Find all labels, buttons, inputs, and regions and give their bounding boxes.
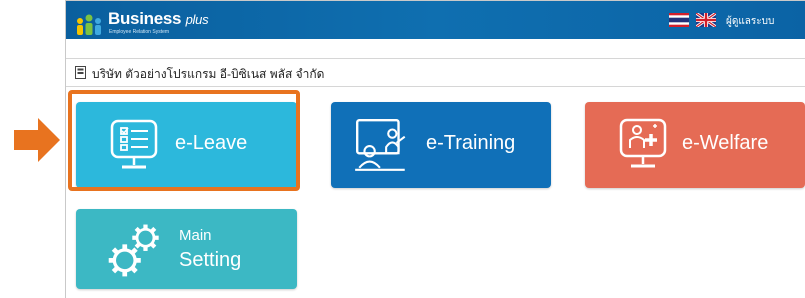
uk-flag-icon[interactable] [696, 13, 716, 27]
module-label-e-training: e-Training [426, 132, 516, 154]
module-tile-e-leave[interactable]: e-Leave [76, 102, 297, 188]
gears-icon [108, 224, 159, 277]
module-tile-e-welfare[interactable]: e-Welfare [585, 102, 805, 188]
pointer-arrow-annotation [14, 118, 60, 162]
module-label-setting: Setting [179, 249, 242, 271]
app-window: Business plus Employee Relation System ผ… [65, 0, 805, 298]
module-tile-main-setting[interactable]: Main Setting [76, 209, 297, 289]
header-bar: Business plus Employee Relation System ผ… [66, 1, 805, 39]
training-presentation-icon [355, 119, 406, 171]
building-icon [75, 66, 86, 79]
user-menu[interactable]: ผู้ดูแลระบบ [726, 14, 774, 29]
app-tagline: Employee Relation System [109, 29, 170, 35]
company-name: บริษัท ตัวอย่างโปรแกรม อี-บิซิเนส พลัส จ… [92, 67, 325, 81]
company-bar: บริษัท ตัวอย่างโปรแกรม อี-บิซิเนส พลัส จ… [66, 58, 805, 87]
thai-flag-icon[interactable] [669, 13, 689, 27]
people-logo-icon [77, 14, 101, 35]
module-label-e-welfare: e-Welfare [682, 132, 769, 154]
app-name-suffix: plus [185, 12, 209, 27]
app-logo[interactable]: Business plus Employee Relation System [72, 7, 322, 37]
module-label-main: Main [179, 227, 212, 244]
app-name: Business plus [108, 9, 209, 28]
welfare-plus-monitor-icon [619, 118, 667, 168]
module-tile-e-training[interactable]: e-Training [331, 102, 551, 188]
leave-form-monitor-icon [110, 119, 158, 169]
module-label-e-leave: e-Leave [175, 132, 248, 154]
